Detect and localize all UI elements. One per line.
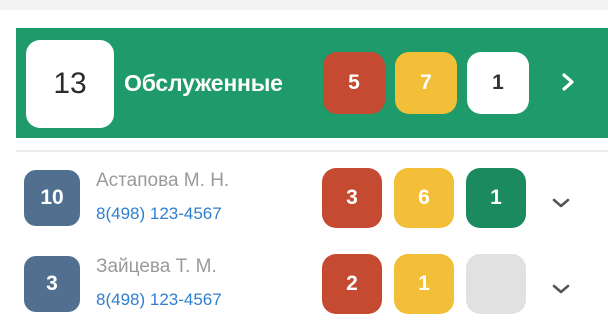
operator-phone-link[interactable]: 8(498) 123-4567: [96, 290, 222, 310]
row2-badge-empty: [466, 254, 526, 314]
operator-count-badge: 10: [24, 170, 80, 226]
row1-badge-red: 3: [322, 168, 382, 228]
summary-badge-yellow: 7: [395, 52, 457, 114]
operator-name: Астапова М. Н.: [96, 170, 230, 191]
section-divider: [16, 150, 608, 152]
operators-panel: 13 Обслуженные 5 7 1 10 Астапова М. Н. 8…: [0, 0, 608, 326]
row2-badge-yellow: 1: [394, 254, 454, 314]
row2-badge-red: 2: [322, 254, 382, 314]
chevron-down-icon[interactable]: [546, 188, 576, 218]
summary-badge-red: 5: [323, 52, 385, 114]
top-strip: [0, 0, 608, 10]
row1-badge-green: 1: [466, 168, 526, 228]
operator-name: Зайцева Т. М.: [96, 256, 217, 277]
row1-badge-yellow: 6: [394, 168, 454, 228]
chevron-down-icon[interactable]: [546, 274, 576, 304]
served-title: Обслуженные: [124, 70, 283, 96]
chevron-right-icon[interactable]: [552, 66, 584, 98]
operator-count-badge: 3: [24, 256, 80, 312]
served-total-count: 13: [26, 40, 114, 128]
summary-badge-white: 1: [467, 52, 529, 114]
operator-phone-link[interactable]: 8(498) 123-4567: [96, 204, 222, 224]
